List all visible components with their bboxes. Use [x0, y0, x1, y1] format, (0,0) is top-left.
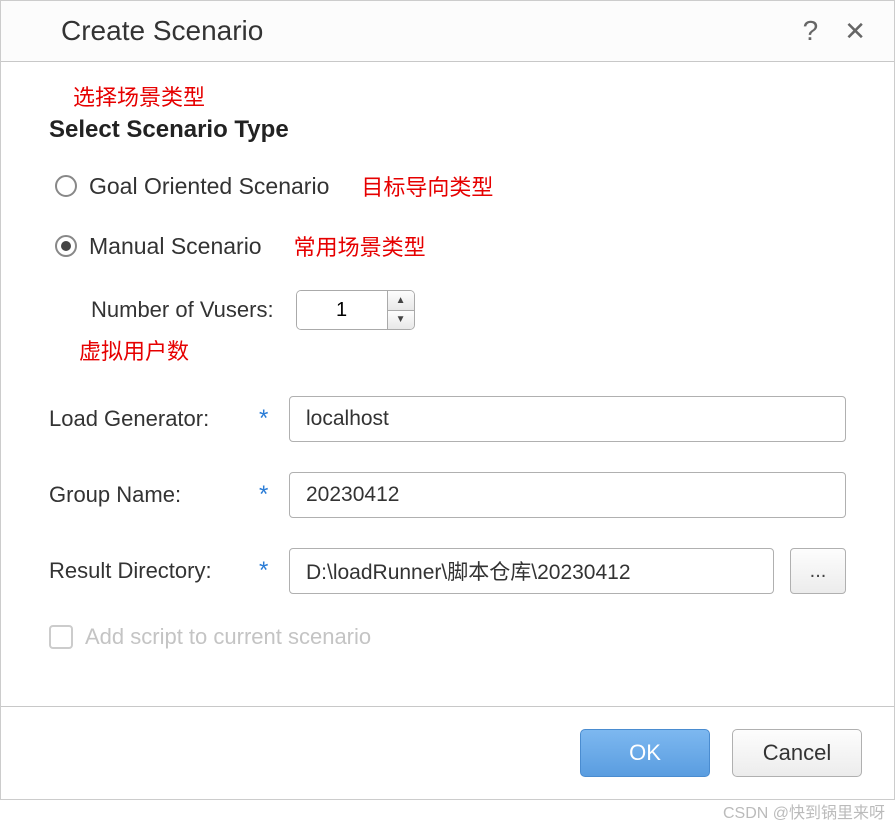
radio-goal-oriented-label: Goal Oriented Scenario: [89, 173, 329, 200]
annotation-select-type: 选择场景类型: [73, 80, 846, 112]
titlebar-controls: ? ✕: [803, 17, 866, 45]
add-script-label: Add script to current scenario: [85, 624, 371, 650]
radio-manual-row: Manual Scenario 常用场景类型: [55, 230, 846, 262]
vusers-spinner: ▲ ▼: [296, 290, 415, 330]
titlebar: Create Scenario ? ✕: [1, 1, 894, 62]
annotation-vusers: 虚拟用户数: [79, 334, 846, 366]
radio-goal-oriented[interactable]: [55, 175, 77, 197]
result-directory-label: Result Directory:: [49, 558, 259, 584]
radio-manual[interactable]: [55, 235, 77, 257]
required-marker: *: [259, 405, 289, 433]
add-script-row: Add script to current scenario: [49, 624, 846, 650]
vusers-label: Number of Vusers:: [91, 297, 274, 323]
required-marker: *: [259, 557, 289, 585]
load-generator-input[interactable]: [289, 396, 846, 442]
add-script-checkbox: [49, 625, 73, 649]
vusers-input[interactable]: [297, 291, 387, 329]
browse-button[interactable]: ...: [790, 548, 846, 594]
group-name-input[interactable]: [289, 472, 846, 518]
spinner-buttons: ▲ ▼: [387, 291, 414, 329]
annotation-goal-oriented: 目标导向类型: [361, 170, 493, 202]
required-marker: *: [259, 481, 289, 509]
close-icon[interactable]: ✕: [844, 18, 866, 44]
section-heading: Select Scenario Type: [49, 116, 846, 144]
watermark: CSDN @快到锅里来呀: [723, 799, 885, 823]
vusers-row: Number of Vusers: ▲ ▼: [91, 290, 846, 330]
spinner-down-icon[interactable]: ▼: [388, 311, 414, 330]
help-icon[interactable]: ?: [803, 17, 819, 45]
create-scenario-dialog: Create Scenario ? ✕ 选择场景类型 Select Scenar…: [0, 0, 895, 800]
load-generator-label: Load Generator:: [49, 406, 259, 432]
dialog-title: Create Scenario: [61, 15, 263, 47]
ok-button[interactable]: OK: [580, 729, 710, 777]
spinner-up-icon[interactable]: ▲: [388, 291, 414, 311]
dialog-footer: OK Cancel: [1, 706, 894, 799]
result-directory-input[interactable]: [289, 548, 774, 594]
group-name-label: Group Name:: [49, 482, 259, 508]
radio-goal-oriented-row: Goal Oriented Scenario 目标导向类型: [55, 170, 846, 202]
dialog-body: 选择场景类型 Select Scenario Type Goal Oriente…: [1, 62, 894, 670]
annotation-manual: 常用场景类型: [294, 230, 426, 262]
group-name-row: Group Name: *: [49, 472, 846, 518]
radio-manual-label: Manual Scenario: [89, 233, 262, 260]
cancel-button[interactable]: Cancel: [732, 729, 862, 777]
result-directory-row: Result Directory: * ...: [49, 548, 846, 594]
load-generator-row: Load Generator: *: [49, 396, 846, 442]
